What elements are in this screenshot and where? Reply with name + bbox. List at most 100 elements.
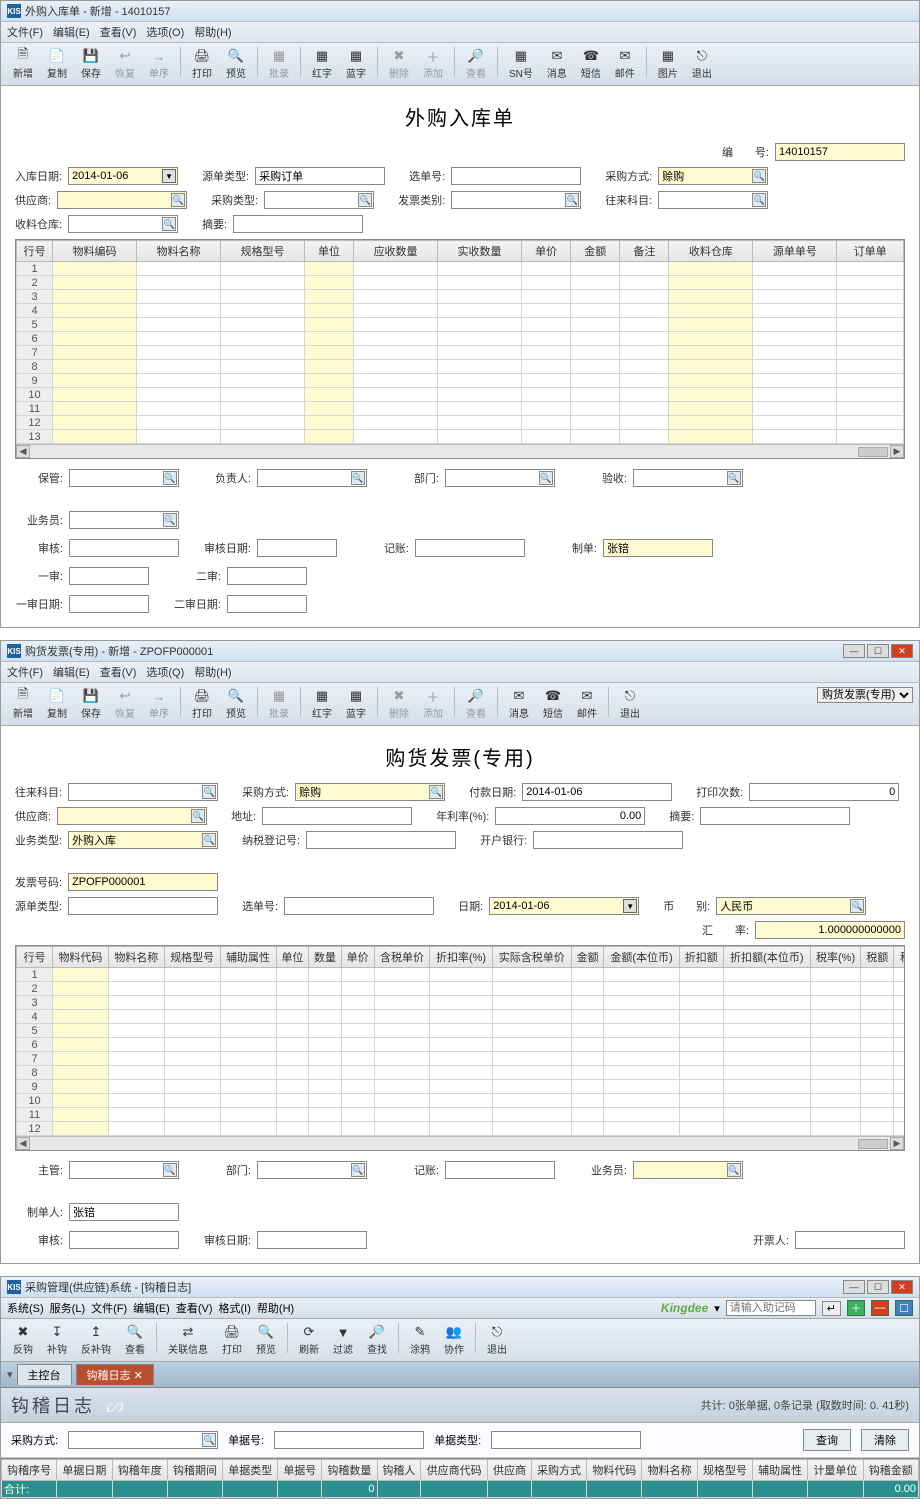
table-row[interactable]: 3 (17, 996, 905, 1010)
lookup-icon[interactable]: 🔍 (163, 471, 177, 485)
form-type-select[interactable]: 购货发票(专用) (817, 687, 913, 703)
maker-input[interactable] (603, 539, 713, 557)
addr-input[interactable] (262, 807, 412, 825)
menu-file[interactable]: 文件(F) (7, 664, 43, 680)
toolbar-邮件[interactable]: ✉邮件 (609, 47, 641, 81)
lookup-icon[interactable]: 🔍 (351, 1163, 365, 1177)
table-row[interactable]: 5 (17, 318, 904, 332)
audit-input[interactable] (69, 1231, 179, 1249)
toolbar-SN号[interactable]: ▦SN号 (503, 47, 539, 81)
col-header[interactable]: 供应商代码 (421, 1460, 488, 1481)
src-type-input[interactable] (68, 897, 218, 915)
col-header[interactable]: 金额 (571, 241, 620, 262)
minimize-button[interactable]: — (843, 644, 865, 658)
toolbar-短信[interactable]: ☎短信 (575, 47, 607, 81)
col-header[interactable]: 订单单 (837, 241, 904, 262)
col-header[interactable]: 收料仓库 (669, 241, 753, 262)
close-button[interactable]: ✕ (891, 644, 913, 658)
remark-input[interactable] (700, 807, 850, 825)
toolbar-打印[interactable]: 🖨打印 (216, 1323, 248, 1357)
toolbar-反补钩[interactable]: ↥反补钩 (75, 1323, 117, 1357)
col-header[interactable]: 单据号 (278, 1460, 322, 1481)
table-row[interactable]: 7 (17, 346, 904, 360)
query-button[interactable]: 查询 (803, 1429, 851, 1451)
minimize-button[interactable]: — (843, 1280, 865, 1294)
col-header[interactable]: 数量 (309, 947, 342, 968)
lookup-icon[interactable]: 🔍 (202, 1433, 216, 1447)
col-header[interactable]: 规格型号 (164, 947, 220, 968)
table-row[interactable]: 4 (17, 304, 904, 318)
r1-input[interactable] (69, 567, 149, 585)
table-row[interactable]: 10 (17, 1094, 905, 1108)
toolbar-反钩[interactable]: ✖反钩 (7, 1323, 39, 1357)
maker-input[interactable] (69, 1203, 179, 1221)
sel-no-input[interactable] (451, 167, 581, 185)
toolbar-补钩[interactable]: ↧补钩 (41, 1323, 73, 1357)
toolbar-复制[interactable]: 📄复制 (41, 47, 73, 81)
lookup-icon[interactable]: 🔍 (163, 513, 177, 527)
toolbar-查找[interactable]: 🔎查找 (361, 1323, 393, 1357)
lookup-icon[interactable]: 🔍 (202, 833, 216, 847)
table-row[interactable]: 1 (17, 262, 904, 276)
table-row[interactable]: 7 (17, 1052, 905, 1066)
col-header[interactable]: 钩稽人 (377, 1460, 421, 1481)
col-header[interactable]: 含税单价 (374, 947, 430, 968)
col-header[interactable]: 计量单位 (808, 1460, 863, 1481)
menu-help[interactable]: 帮助(H) (257, 1300, 294, 1316)
col-header[interactable]: 供应商 (488, 1460, 532, 1481)
menu-format[interactable]: 格式(I) (219, 1300, 251, 1316)
tab-console[interactable]: 主控台 (17, 1364, 72, 1385)
toolbar-新增[interactable]: 🗎新增 (7, 47, 39, 81)
clear-button[interactable]: 清除 (861, 1429, 909, 1451)
col-header[interactable]: 备注 (620, 241, 669, 262)
col-header[interactable]: 规格型号 (220, 241, 304, 262)
table-row[interactable]: 5 (17, 1024, 905, 1038)
col-header[interactable]: 折扣额 (679, 947, 723, 968)
col-header[interactable]: 税率(%) (810, 947, 861, 968)
table-row[interactable]: 6 (17, 1038, 905, 1052)
col-header[interactable]: 金额(本位币) (604, 947, 679, 968)
date-input[interactable] (489, 897, 639, 915)
col-header[interactable]: 钩稽期间 (167, 1460, 222, 1481)
lookup-icon[interactable]: 🔍 (162, 217, 176, 231)
lookup-icon[interactable]: 🔍 (351, 471, 365, 485)
toolbar-红字[interactable]: ▦红字 (306, 47, 338, 81)
audit-date-input[interactable] (257, 1231, 367, 1249)
r1-date-input[interactable] (69, 595, 149, 613)
col-header[interactable]: 折扣率(%) (430, 947, 492, 968)
menu-view[interactable]: 查看(V) (176, 1300, 213, 1316)
lookup-icon[interactable]: 🔍 (539, 471, 553, 485)
table-row[interactable]: 12 (17, 416, 904, 430)
tab-hook-log[interactable]: 钩稽日志 ✕ (76, 1364, 154, 1385)
brand-icon[interactable]: ▾ (714, 1302, 720, 1315)
audit-date-input[interactable] (257, 539, 337, 557)
lookup-icon[interactable]: 🔍 (191, 809, 205, 823)
toolbar-蓝字[interactable]: ▦蓝字 (340, 47, 372, 81)
menu-service[interactable]: 服务(L) (50, 1300, 85, 1316)
toolbar-打印[interactable]: 🖨打印 (186, 687, 218, 721)
maximize-button[interactable]: ☐ (867, 644, 889, 658)
table-row[interactable]: 10 (17, 388, 904, 402)
toolbar-退出[interactable]: ⎋退出 (481, 1323, 513, 1357)
col-header[interactable]: 物料名称 (108, 947, 164, 968)
menu-help[interactable]: 帮助(H) (194, 24, 231, 40)
col-header[interactable]: 采购方式 (531, 1460, 586, 1481)
col-header[interactable]: 金额 (571, 947, 604, 968)
col-header[interactable]: 实收数量 (438, 241, 522, 262)
col-header[interactable]: 物料编码 (53, 241, 137, 262)
tab-dropdown-icon[interactable]: ▾ (7, 1368, 13, 1381)
toolbar-消息[interactable]: ✉消息 (503, 687, 535, 721)
table-row[interactable]: 1 (17, 968, 905, 982)
toolbar-协作[interactable]: 👥协作 (438, 1323, 470, 1357)
r2-date-input[interactable] (227, 595, 307, 613)
toolbar-涂鸦[interactable]: ✎涂鸦 (404, 1323, 436, 1357)
date-dropdown-icon[interactable]: ▼ (162, 169, 176, 183)
table-row[interactable]: 9 (17, 374, 904, 388)
toolbar-退出[interactable]: ⎋退出 (686, 47, 718, 81)
col-header[interactable]: 钩稽数量 (322, 1460, 377, 1481)
cur-input[interactable] (716, 897, 866, 915)
col-header[interactable]: 单价 (341, 947, 374, 968)
col-header[interactable]: 单据类型 (223, 1460, 278, 1481)
toolbar-查看[interactable]: 🔍查看 (119, 1323, 151, 1357)
toolbar-邮件[interactable]: ✉邮件 (571, 687, 603, 721)
